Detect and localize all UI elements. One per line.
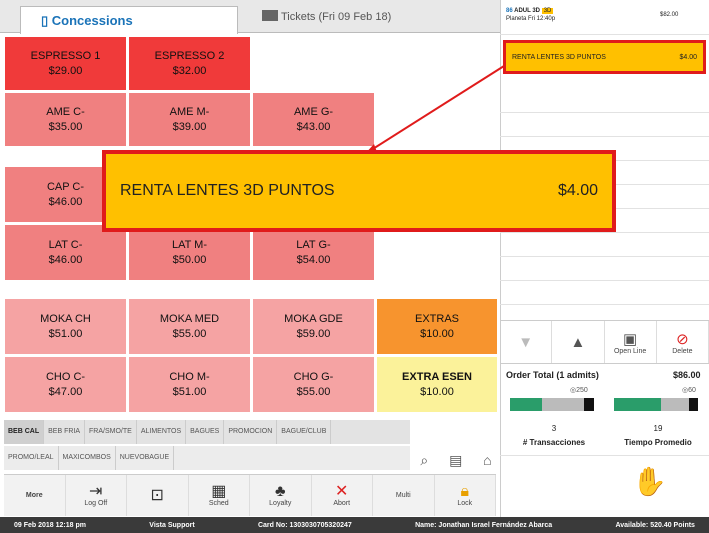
- product-button[interactable]: MOKA CH $51.00: [4, 298, 127, 355]
- hands-icon[interactable]: ✋: [632, 465, 667, 498]
- callout-zoom: RENTA LENTES 3D PUNTOS $4.00: [102, 150, 616, 232]
- log-off-button[interactable]: ⇥ Log Off: [66, 475, 127, 516]
- product-button[interactable]: MOKA GDE $59.00: [252, 298, 375, 355]
- product-button[interactable]: ESPRESSO 2 $32.00: [128, 36, 251, 91]
- category-tab[interactable]: PROMOCION: [224, 420, 278, 444]
- sched-button[interactable]: ▦ Sched: [189, 475, 250, 516]
- close-icon: ✕: [335, 483, 349, 500]
- multi-button[interactable]: Multi: [373, 475, 435, 516]
- product-button[interactable]: LAT C- $46.00: [4, 224, 127, 281]
- delete-button[interactable]: ⊘ Delete: [657, 321, 709, 363]
- order-total-label: Order Total (1 admits): [506, 370, 599, 380]
- product-button-extras[interactable]: EXTRAS $10.00: [376, 298, 498, 355]
- loyalty-icon: ♣: [275, 483, 286, 500]
- lock-button[interactable]: 🔒︎ Lock: [435, 475, 496, 516]
- product-button[interactable]: CHO G- $55.00: [252, 356, 375, 413]
- delete-icon: ⊘: [676, 330, 689, 348]
- scroll-down-button[interactable]: ▼: [500, 321, 553, 363]
- category-bar: BEB CAL BEB FRIA FRA/SMO/TE ALIMENTOS BA…: [4, 420, 410, 444]
- category-tab[interactable]: FRA/SMO/TE: [85, 420, 137, 444]
- search-icon[interactable]: ⌕: [420, 452, 428, 469]
- chevron-up-icon: ▲: [570, 333, 586, 351]
- category-tab[interactable]: PROMO/LEAL: [4, 446, 59, 470]
- home-icon[interactable]: ⌂: [483, 452, 491, 468]
- product-button[interactable]: LAT G- $54.00: [252, 224, 375, 281]
- tab-concessions[interactable]: ▯ Concessions: [20, 6, 238, 34]
- loyalty-button[interactable]: ♣ Loyalty: [250, 475, 312, 516]
- product-button[interactable]: AME M- $39.00: [128, 92, 251, 147]
- category-tab[interactable]: BAGUES: [186, 420, 225, 444]
- screen-button[interactable]: ⊡: [127, 475, 189, 516]
- status-bar: 09 Feb 2018 12:18 pm Vista Support Card …: [0, 517, 709, 533]
- log-off-icon: ⇥: [89, 483, 103, 500]
- category-tab[interactable]: ALIMENTOS: [137, 420, 187, 444]
- bottom-toolbar: More ⇥ Log Off ⊡ ▦ Sched ♣ Loyalty ✕ Abort M…: [4, 474, 496, 516]
- category-tab[interactable]: MAXICOMBOS: [59, 446, 116, 470]
- category-tab[interactable]: BAGUE/CLUB: [277, 420, 332, 444]
- product-button[interactable]: CHO M- $51.00: [128, 356, 251, 413]
- calendar-icon: ▦: [211, 483, 227, 500]
- keyboard-icon[interactable]: ▤: [449, 452, 462, 469]
- ticket-line[interactable]: 86 ADUL 3D 3D Planeta Fri 12:40p: [506, 7, 656, 24]
- grid-tools: ⌕ ▤ ⌂: [410, 446, 502, 474]
- callout-arrow: [364, 65, 505, 155]
- monitor-icon: ⊡: [150, 486, 164, 504]
- 3d-badge: 3D: [541, 8, 554, 14]
- product-button-extra-esen[interactable]: EXTRA ESEN $10.00: [376, 356, 498, 413]
- order-total-value: $86.00: [673, 370, 701, 380]
- scroll-up-button[interactable]: ▲: [552, 321, 605, 363]
- category-bar-2: PROMO/LEAL MAXICOMBOS NUEVOBAGUE: [4, 446, 410, 470]
- product-button[interactable]: LAT M- $50.00: [128, 224, 251, 281]
- product-button[interactable]: AME G- $43.00: [252, 92, 375, 147]
- category-tab[interactable]: BEB FRIA: [44, 420, 86, 444]
- product-button[interactable]: AME C- $35.00: [4, 92, 127, 147]
- abort-button[interactable]: ✕ Abort: [312, 475, 373, 516]
- order-line-highlighted[interactable]: RENTA LENTES 3D PUNTOS $4.00: [503, 40, 706, 74]
- category-tab[interactable]: NUEVOBAGUE: [116, 446, 175, 470]
- order-controls: ▼ ▲ ▣ Open Line ⊘ Delete: [500, 320, 709, 364]
- ticket-icon: 86: [506, 8, 515, 14]
- tab-tickets[interactable]: Tickets (Fri 09 Feb 18): [262, 10, 402, 32]
- cup-icon: ▯: [41, 13, 52, 28]
- product-button[interactable]: CHO C- $47.00: [4, 356, 127, 413]
- open-line-button[interactable]: ▣ Open Line: [605, 321, 657, 363]
- product-button[interactable]: MOKA MED $55.00: [128, 298, 251, 355]
- ticket-price: $82.00: [660, 12, 679, 18]
- chevron-down-icon: ▼: [518, 333, 534, 351]
- metric-tiempo: ◎60 19 Tiempo Promedio: [608, 386, 708, 452]
- more-button[interactable]: More: [4, 475, 66, 516]
- lock-icon: 🔒︎: [460, 483, 469, 500]
- category-tab[interactable]: BEB CAL: [4, 420, 45, 444]
- ticket-icon: [262, 10, 278, 21]
- open-line-icon: ▣: [623, 330, 638, 348]
- metric-transacciones: ◎250 3 # Transacciones: [504, 386, 604, 452]
- product-button[interactable]: ESPRESSO 1 $29.00: [4, 36, 127, 91]
